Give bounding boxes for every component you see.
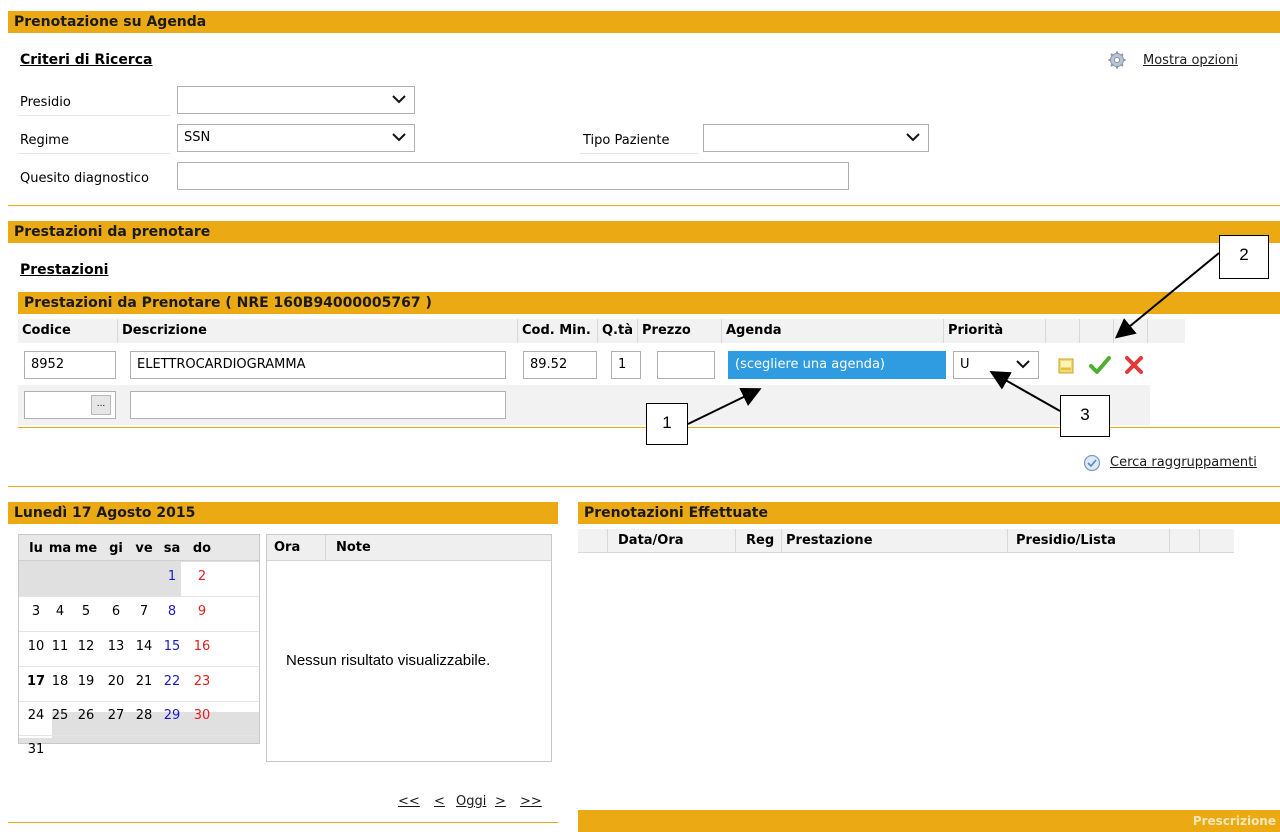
annotation-arrow-2 — [1114, 252, 1220, 339]
annotation-3: 3 — [1060, 395, 1110, 437]
annotation-arrow-1 — [687, 387, 762, 425]
annotation-arrow-3 — [989, 371, 1061, 412]
annotation-1: 1 — [646, 403, 688, 445]
annotation-2: 2 — [1219, 235, 1269, 279]
